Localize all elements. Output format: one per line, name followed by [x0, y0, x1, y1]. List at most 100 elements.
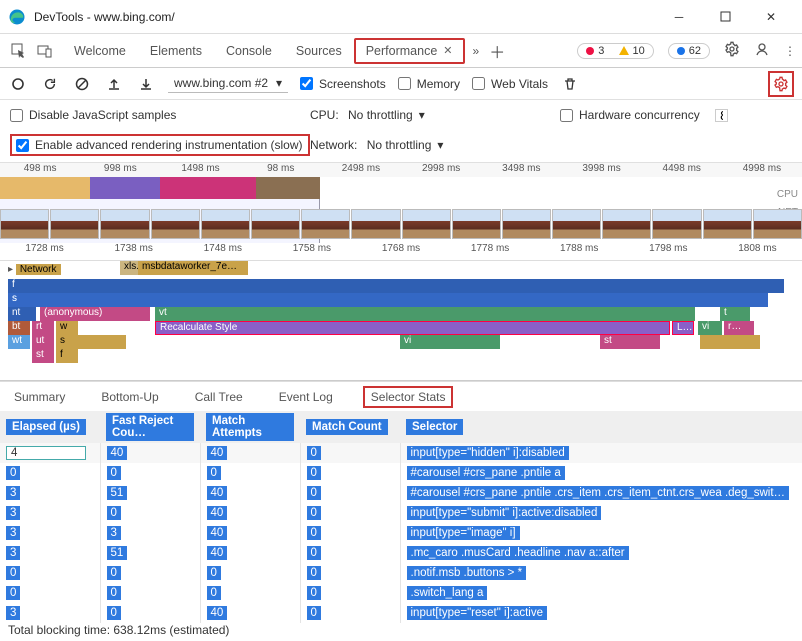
tab-console[interactable]: Console [214, 38, 284, 64]
tab-selector-stats[interactable]: Selector Stats [363, 386, 454, 408]
selector-stats-table: Elapsed (µs) Fast Reject Cou… Match Atte… [0, 411, 802, 623]
table-row[interactable]: 440400input[type="hidden" i]:disabled [0, 443, 802, 463]
tab-elements[interactable]: Elements [138, 38, 214, 64]
overview-timeline[interactable]: 498 ms998 ms1498 ms98 ms2498 ms2998 ms34… [0, 163, 802, 243]
overview-screenshots [0, 209, 802, 239]
table-row[interactable]: 0000#carousel #crs_pane .pntile a [0, 463, 802, 483]
recording-selector[interactable]: www.bing.com #2 ▾ [168, 74, 288, 93]
table-row[interactable]: 351400#carousel #crs_pane .pntile .crs_i… [0, 483, 802, 503]
flame-bar[interactable]: bt [8, 321, 30, 335]
flame-bar[interactable]: wt [8, 335, 30, 349]
thumbnail[interactable] [251, 209, 300, 239]
more-options-icon[interactable]: ⋮ [784, 44, 796, 58]
feedback-icon[interactable] [754, 41, 770, 60]
col-match-attempts[interactable]: Match Attempts [200, 411, 300, 443]
flame-chart[interactable]: ▸ Network xls.a msbdataworker_7e… f s nt… [0, 261, 802, 381]
download-button[interactable] [136, 74, 156, 94]
tab-welcome[interactable]: Welcome [62, 38, 138, 64]
network-track-label[interactable]: Network [16, 264, 61, 275]
settings-icon[interactable] [724, 41, 740, 60]
hardware-concurrency-input[interactable] [715, 109, 728, 122]
webvitals-checkbox[interactable]: Web Vitals [472, 77, 548, 91]
thumbnail[interactable] [452, 209, 501, 239]
tab-event-log[interactable]: Event Log [273, 386, 339, 408]
flame-bar[interactable]: f [8, 279, 784, 293]
reload-record-button[interactable] [40, 74, 60, 94]
thumbnail[interactable] [502, 209, 551, 239]
tab-sources[interactable]: Sources [284, 38, 354, 64]
memory-checkbox[interactable]: Memory [398, 77, 460, 91]
flame-bar[interactable]: nt [8, 307, 36, 321]
thumbnail[interactable] [402, 209, 451, 239]
inspect-element-icon[interactable] [6, 38, 32, 64]
advanced-rendering-checkbox[interactable]: Enable advanced rendering instrumentatio… [10, 134, 310, 156]
flame-bar[interactable]: vi [400, 335, 500, 349]
table-row[interactable]: 30400input[type="reset" i]:active [0, 603, 802, 623]
record-button[interactable] [8, 74, 28, 94]
error-count-pill[interactable]: 3 10 [577, 43, 654, 59]
table-row[interactable]: 33400input[type="image" i] [0, 523, 802, 543]
thumbnail[interactable] [351, 209, 400, 239]
flame-bar[interactable]: st [32, 349, 54, 363]
flame-bar[interactable]: xls.a [120, 261, 138, 275]
flame-bar-recalc-style[interactable]: Recalculate Style [155, 321, 670, 335]
flame-bar[interactable]: st [600, 335, 660, 349]
flame-bar[interactable]: w [56, 321, 78, 335]
thumbnail[interactable] [753, 209, 802, 239]
flame-bar[interactable]: t [720, 307, 750, 321]
capture-settings-button[interactable] [768, 71, 794, 97]
thumbnail[interactable] [151, 209, 200, 239]
thumbnail[interactable] [201, 209, 250, 239]
table-row[interactable]: 0000.switch_lang a [0, 583, 802, 603]
thumbnail[interactable] [301, 209, 350, 239]
flame-bar[interactable]: vt [155, 307, 695, 321]
col-elapsed[interactable]: Elapsed (µs) [0, 411, 100, 443]
flame-bar[interactable]: rt [32, 321, 54, 335]
col-fast-reject[interactable]: Fast Reject Cou… [100, 411, 200, 443]
network-throttle-select[interactable]: No throttling ▾ [361, 136, 450, 154]
flame-bar[interactable]: L… [672, 321, 694, 335]
window-maximize-button[interactable] [702, 0, 748, 34]
upload-button[interactable] [104, 74, 124, 94]
add-tab-button[interactable]: ＋ [489, 39, 505, 63]
window-close-button[interactable]: ✕ [748, 0, 794, 34]
tab-summary[interactable]: Summary [8, 386, 71, 408]
disable-js-samples-checkbox[interactable]: Disable JavaScript samples [10, 108, 310, 122]
table-row[interactable]: 0000.notif.msb .buttons > * [0, 563, 802, 583]
delete-icon[interactable] [560, 74, 580, 94]
flame-bar[interactable]: msbdataworker_7e… [138, 261, 248, 275]
close-icon[interactable]: ✕ [443, 44, 452, 57]
flame-bar[interactable]: (anonymous) [40, 307, 150, 321]
info-count-pill[interactable]: 62 [668, 43, 710, 59]
flame-bar[interactable]: s [8, 293, 768, 307]
flame-bar[interactable]: s [56, 335, 126, 349]
hardware-concurrency-checkbox[interactable] [560, 109, 573, 122]
cell-elapsed: 3 [0, 603, 100, 623]
tab-performance[interactable]: Performance ✕ [354, 38, 465, 64]
clear-button[interactable] [72, 74, 92, 94]
screenshots-checkbox[interactable]: Screenshots [300, 77, 386, 91]
table-row[interactable]: 351400.mc_caro .musCard .headline .nav a… [0, 543, 802, 563]
thumbnail[interactable] [100, 209, 149, 239]
thumbnail[interactable] [50, 209, 99, 239]
thumbnail[interactable] [652, 209, 701, 239]
table-row[interactable]: 30400input[type="submit" i]:active:disab… [0, 503, 802, 523]
col-selector[interactable]: Selector [400, 411, 802, 443]
flame-bar[interactable]: r… [724, 321, 754, 335]
thumbnail[interactable] [602, 209, 651, 239]
col-match-count[interactable]: Match Count [300, 411, 400, 443]
cpu-throttle-select[interactable]: No throttling ▾ [342, 106, 431, 124]
thumbnail[interactable] [552, 209, 601, 239]
flame-bar[interactable]: ut [32, 335, 54, 349]
flame-bar[interactable]: vi [698, 321, 722, 335]
device-toolbar-icon[interactable] [32, 38, 58, 64]
thumbnail[interactable] [0, 209, 49, 239]
tab-call-tree[interactable]: Call Tree [189, 386, 249, 408]
flame-bar[interactable] [700, 335, 760, 349]
flame-bar[interactable]: f [56, 349, 78, 363]
cpu-throttle-row: CPU: No throttling ▾ [310, 106, 560, 124]
window-minimize-button[interactable]: ─ [656, 0, 702, 34]
thumbnail[interactable] [703, 209, 752, 239]
tab-bottom-up[interactable]: Bottom-Up [95, 386, 164, 408]
more-tabs-button[interactable]: » [473, 44, 480, 58]
